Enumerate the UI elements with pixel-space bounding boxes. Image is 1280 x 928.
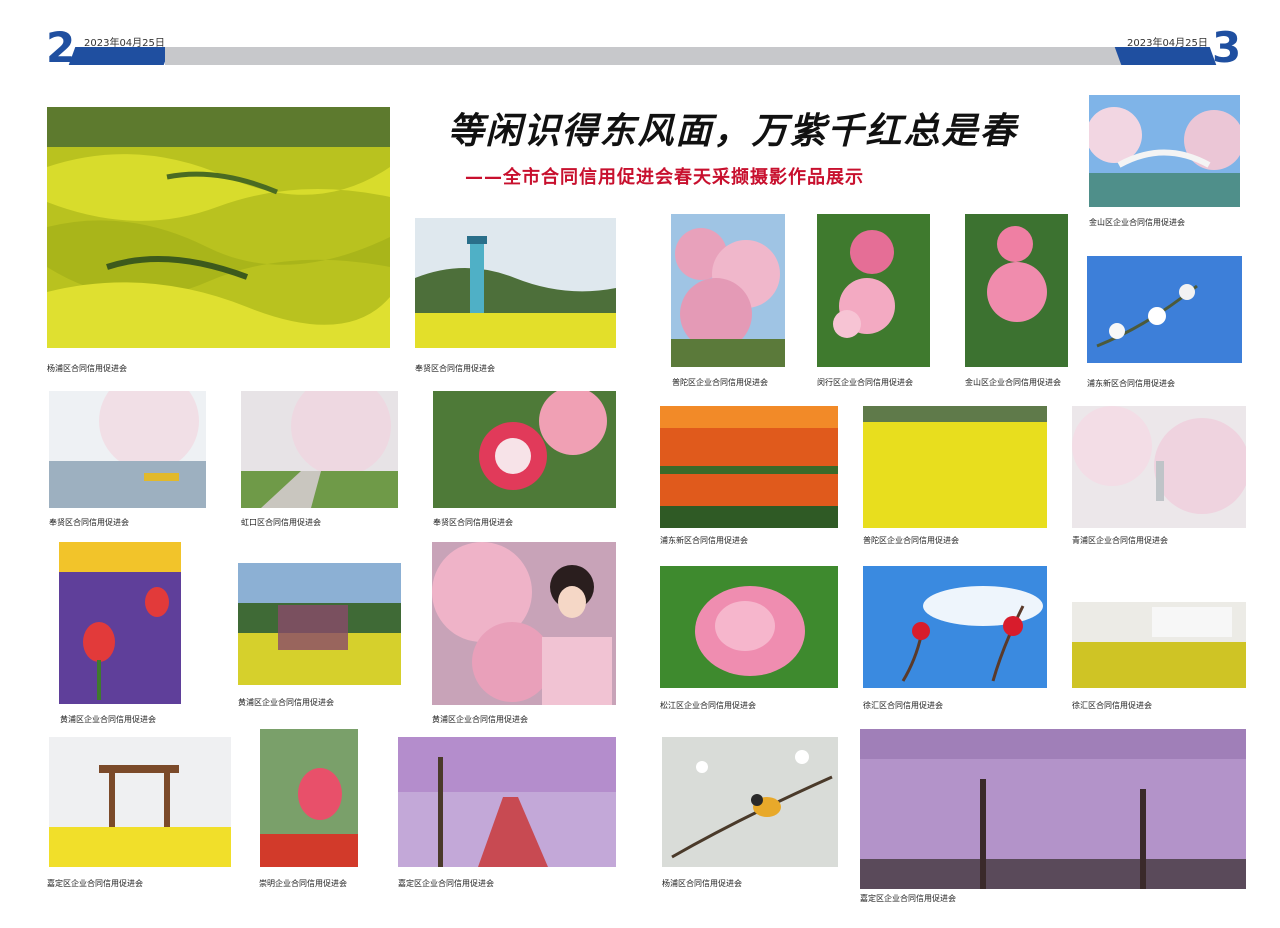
header-bar-right: [1114, 47, 1217, 65]
header-bar-left: [68, 47, 171, 65]
caption: 嘉定区企业合同信用促进会: [398, 879, 494, 888]
caption: 杨浦区合同信用促进会: [47, 364, 127, 373]
photo-peach-blossom: [671, 214, 785, 367]
photo-wisteria-tunnel: [398, 737, 616, 867]
caption: 黄浦区企业合同信用促进会: [432, 715, 528, 724]
photo-red-white-flower: [433, 391, 616, 508]
caption: 奉贤区合同信用促进会: [433, 518, 513, 527]
caption: 闵行区企业合同信用促进会: [817, 378, 913, 387]
photo-tulips-purple: [59, 542, 181, 704]
photo-rapeseed-field: [863, 406, 1047, 528]
photo-tulip-path: [260, 729, 358, 867]
caption: 黄浦区企业合同信用促进会: [238, 698, 334, 707]
caption: 崇明企业合同信用促进会: [259, 879, 347, 888]
caption: 黄浦区企业合同信用促进会: [60, 715, 156, 724]
caption: 奉贤区合同信用促进会: [415, 364, 495, 373]
photo-tower-field: [415, 218, 616, 348]
photo-cherry-tower: [1072, 406, 1246, 528]
photo-red-blossom-plane: [863, 566, 1047, 688]
photo-gate-rapeseed: [49, 737, 231, 867]
caption: 浦东新区合同信用促进会: [660, 536, 748, 545]
caption: 浦东新区合同信用促进会: [1087, 379, 1175, 388]
photo-group-field: [238, 563, 401, 685]
page-number-right: 3: [1212, 23, 1242, 72]
caption: 奉贤区合同信用促进会: [49, 518, 129, 527]
caption: 普陀区企业合同信用促进会: [863, 536, 959, 545]
photo-bridge-cherry: [1089, 95, 1240, 207]
photo-pink-peony: [660, 566, 838, 688]
caption: 金山区企业合同信用促进会: [1089, 218, 1185, 227]
caption: 徐汇区合同信用促进会: [1072, 701, 1152, 710]
header-bar: [165, 47, 1121, 65]
photo-peony: [965, 214, 1068, 367]
photo-tulip-field: [660, 406, 838, 528]
photo-rapeseed-terraces: [47, 107, 390, 348]
caption: 虹口区合同信用促进会: [241, 518, 321, 527]
page-subtitle: ——全市合同信用促进会春天采撷摄影作品展示: [465, 167, 864, 188]
caption: 徐汇区合同信用促进会: [863, 701, 943, 710]
caption: 普陀区企业合同信用促进会: [672, 378, 768, 387]
photo-bird-blossom: [662, 737, 838, 867]
date-right: 2023年04月25日: [1127, 38, 1208, 49]
photo-white-blossom: [1087, 256, 1242, 363]
page-title: 等闲识得东风面，万紫千红总是春: [447, 110, 1018, 152]
photo-village-rapeseed: [1072, 602, 1246, 688]
photo-cherry-path: [241, 391, 398, 508]
photo-peonies: [817, 214, 930, 367]
caption: 金山区企业合同信用促进会: [965, 378, 1061, 387]
caption: 嘉定区企业合同信用促进会: [47, 879, 143, 888]
caption: 青浦区企业合同信用促进会: [1072, 536, 1168, 545]
photo-wisteria-wide: [860, 729, 1246, 889]
caption: 杨浦区合同信用促进会: [662, 879, 742, 888]
caption: 松江区企业合同信用促进会: [660, 701, 756, 710]
caption: 嘉定区企业合同信用促进会: [860, 894, 956, 903]
photo-woman-blossom: [432, 542, 616, 705]
photo-cherry-river: [49, 391, 206, 508]
